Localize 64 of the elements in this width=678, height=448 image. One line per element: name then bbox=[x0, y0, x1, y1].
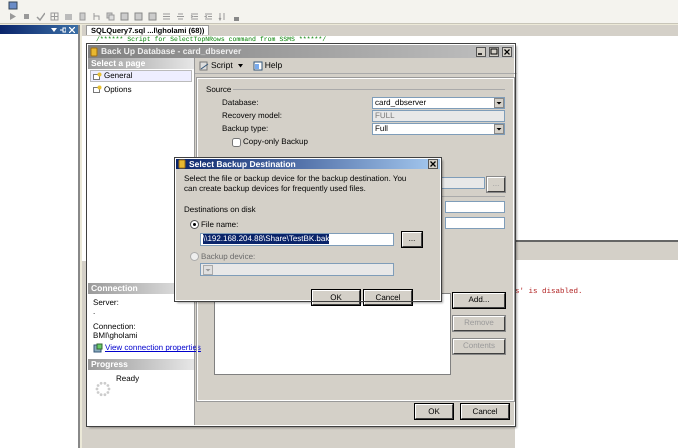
script-icon bbox=[199, 60, 209, 70]
radio-button[interactable] bbox=[190, 252, 199, 261]
ok-button[interactable]: OK bbox=[415, 404, 453, 419]
server-label: Server: bbox=[93, 298, 120, 308]
readonly-field: FULL bbox=[372, 110, 505, 122]
ok-button[interactable]: OK bbox=[312, 290, 360, 306]
minimize-icon[interactable] bbox=[476, 46, 486, 56]
check-icon[interactable] bbox=[36, 12, 45, 20]
help-icon bbox=[252, 60, 263, 70]
field-label: Recovery model: bbox=[222, 111, 284, 121]
dropdown-icon bbox=[494, 98, 504, 108]
page-icon bbox=[93, 72, 102, 80]
file-name-field[interactable]: \\192.168.204.88\Share\TestBK.bak bbox=[200, 232, 394, 246]
properties-icon bbox=[93, 343, 103, 353]
dropdown-field[interactable]: Full bbox=[372, 123, 505, 136]
connection-properties-link[interactable]: View connection properties bbox=[105, 343, 201, 353]
checkbox[interactable] bbox=[232, 138, 241, 147]
sort-icon[interactable] bbox=[218, 12, 227, 20]
indent-icon[interactable] bbox=[190, 12, 199, 20]
page-icon[interactable] bbox=[78, 12, 87, 20]
pin-icon[interactable] bbox=[60, 26, 66, 32]
text-field[interactable] bbox=[445, 216, 505, 229]
stop-icon[interactable] bbox=[22, 12, 31, 20]
maximize-icon[interactable] bbox=[489, 46, 499, 56]
browse-button[interactable]: ... bbox=[402, 232, 422, 247]
grid-icon[interactable] bbox=[50, 12, 59, 20]
pane-header: Progress bbox=[88, 359, 194, 370]
help-button[interactable]: Help bbox=[252, 60, 282, 71]
close-icon[interactable] bbox=[428, 159, 438, 170]
dropdown-field[interactable]: card_dbserver bbox=[372, 97, 505, 110]
dropdown-icon[interactable] bbox=[51, 26, 57, 32]
window-title: Back Up Database - card_dbserver bbox=[101, 46, 242, 57]
close-icon[interactable] bbox=[502, 46, 512, 56]
dialog-button[interactable]: Add... bbox=[453, 292, 505, 308]
pane-header: Select a page bbox=[88, 58, 194, 69]
page-icon bbox=[93, 85, 102, 94]
cancel-button[interactable]: Cancel bbox=[461, 404, 509, 419]
text-field[interactable] bbox=[445, 200, 505, 213]
spinner-icon bbox=[94, 380, 112, 398]
page-item[interactable]: Options bbox=[90, 84, 192, 96]
dropdown-icon bbox=[494, 124, 504, 134]
progress-status: Ready bbox=[116, 374, 140, 385]
radio-label: Backup device: bbox=[201, 252, 256, 262]
field-label: Backup type: bbox=[222, 124, 270, 134]
cancel-button[interactable]: Cancel bbox=[364, 290, 412, 306]
group-label: Destinations on disk bbox=[184, 205, 257, 215]
caret-icon bbox=[238, 64, 243, 68]
lines-icon[interactable] bbox=[176, 12, 185, 20]
outdent-icon[interactable] bbox=[204, 12, 213, 20]
checkbox-label: Copy-only Backup bbox=[243, 137, 308, 147]
window-title: Select Backup Destination bbox=[189, 159, 297, 170]
lines-icon[interactable] bbox=[162, 12, 171, 20]
connection-label: Connection: bbox=[93, 322, 137, 332]
page-item[interactable]: General bbox=[90, 70, 192, 82]
server-value: . bbox=[93, 307, 96, 317]
copy-icon[interactable] bbox=[106, 12, 115, 20]
connection-value: BMI\gholami bbox=[93, 331, 138, 341]
radio-button[interactable] bbox=[190, 220, 199, 230]
field-label: Database: bbox=[222, 98, 260, 108]
script-button[interactable]: Script bbox=[199, 60, 243, 71]
radio-label: File name: bbox=[201, 220, 238, 230]
dialog-description: Select the file or backup device for the backup destination. You can create backup devices for frequently used files. bbox=[184, 174, 408, 194]
group-label: Source bbox=[206, 85, 232, 95]
branch-icon[interactable] bbox=[92, 12, 101, 20]
